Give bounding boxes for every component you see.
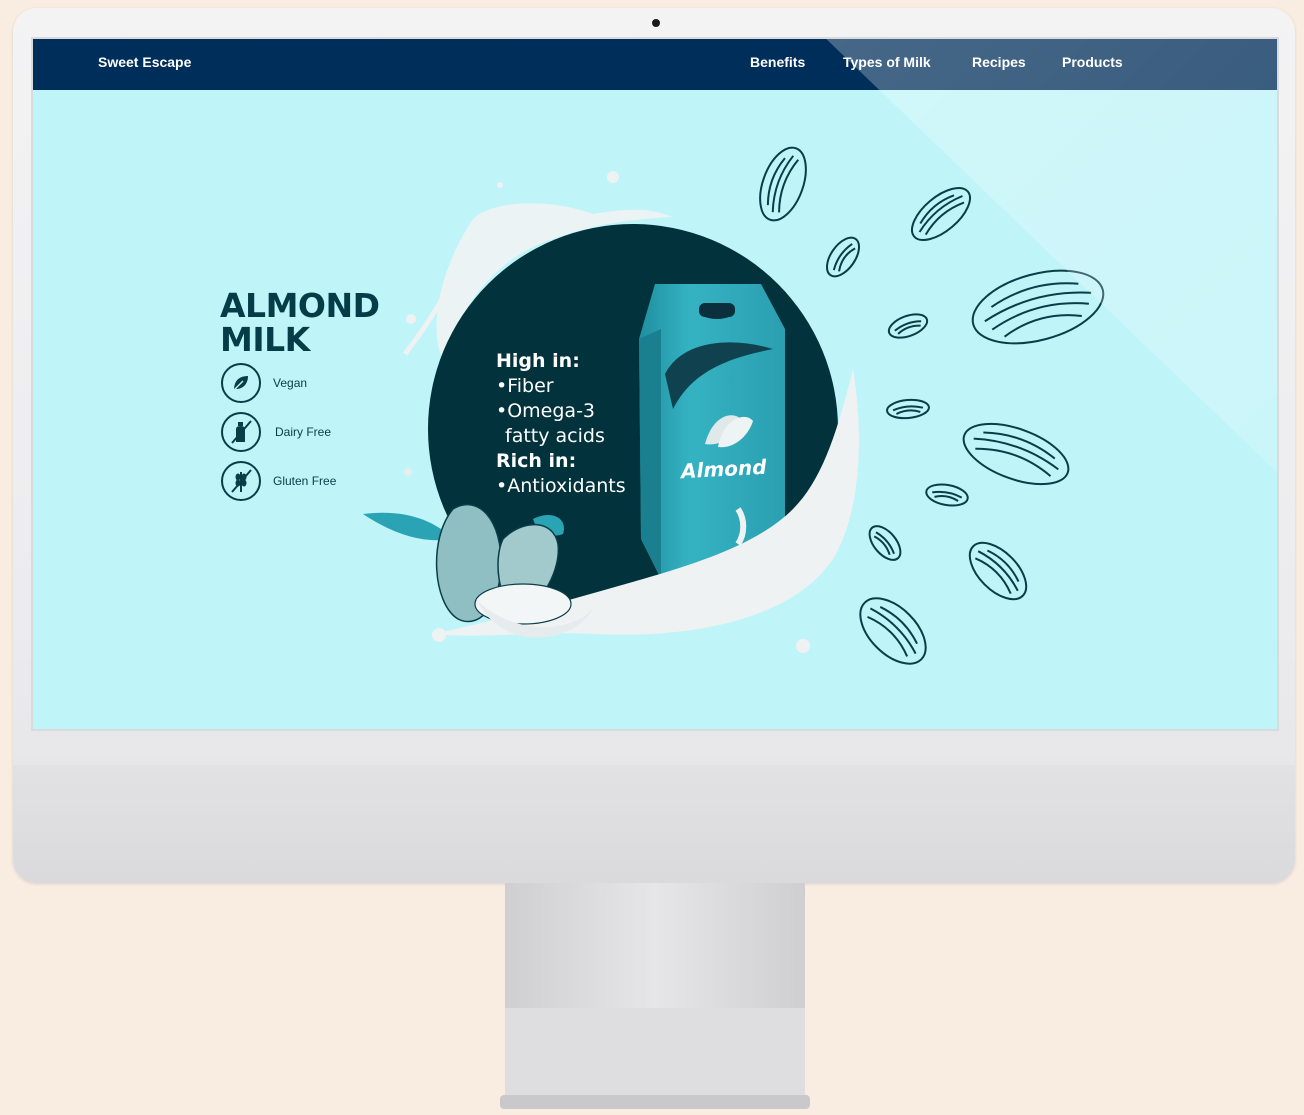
almond-outline-icon (859, 597, 927, 665)
almond-outline-icon (971, 269, 1105, 345)
almond-outline-icon (826, 236, 860, 278)
almond-outline-icon (962, 422, 1070, 486)
almond-outline-icon (925, 483, 969, 507)
almond-outline-icon (968, 541, 1028, 601)
almond-outline-icon (911, 187, 971, 241)
almond-outline-icon (887, 313, 929, 339)
almond-outlines (759, 146, 1105, 665)
website-screen: Sweet Escape Benefits Types of Milk Reci… (33, 39, 1279, 731)
almond-outline-icon (886, 398, 930, 420)
almond-outline-icon (759, 146, 807, 222)
almond-outline-icon (868, 525, 902, 561)
